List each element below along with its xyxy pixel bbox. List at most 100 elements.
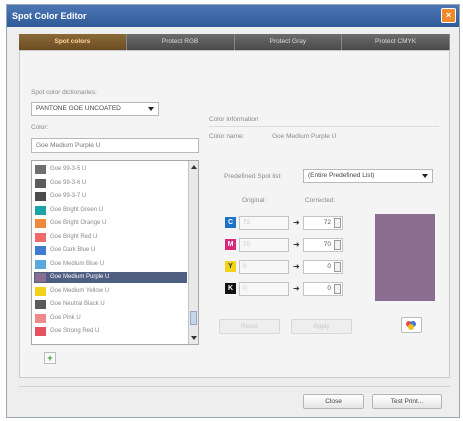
- color-list-item[interactable]: Goe 99-3-6 U: [34, 178, 187, 189]
- window-title: Spot Color Editor: [12, 11, 87, 21]
- spot-colors-panel: Spot color dictionaries: PANTONE GOE UNC…: [19, 50, 450, 378]
- channel-y-badge: Y: [225, 261, 236, 272]
- color-swatch: [35, 313, 46, 323]
- list-scrollbar[interactable]: [188, 161, 198, 344]
- predefined-spot-list-value: (Entire Predefined List): [308, 172, 375, 179]
- corrected-value: 0: [327, 263, 331, 270]
- channel-c-badge: C: [225, 217, 236, 228]
- color-swatch: [35, 246, 46, 255]
- color-label: Color:: [31, 124, 49, 131]
- corrected-m-field[interactable]: 70: [303, 238, 343, 252]
- spinner-icon[interactable]: [334, 284, 341, 294]
- color-swatch: [35, 327, 46, 336]
- color-swatch: [35, 205, 46, 215]
- color-list-item[interactable]: Goe Strong Red U: [34, 326, 187, 337]
- add-color-icon[interactable]: +: [44, 352, 56, 364]
- color-item-label: Goe Neutral Black U: [50, 301, 105, 307]
- divider: [209, 126, 439, 127]
- arrow-right-icon: ➜: [293, 284, 300, 293]
- close-button[interactable]: Close: [303, 394, 364, 409]
- color-list-item[interactable]: Goe Medium Blue U: [34, 259, 187, 270]
- color-swatch: [35, 259, 46, 269]
- color-item-label: Goe Bright Red U: [50, 233, 98, 240]
- color-item-label: Goe Strong Red U: [50, 328, 100, 334]
- close-icon[interactable]: ×: [441, 8, 456, 23]
- color-swatch: [35, 286, 46, 296]
- color-item-label: Goe Dark Blue U: [50, 247, 96, 253]
- tab-protect-gray[interactable]: Protect Gray: [234, 34, 343, 50]
- tab-protect-rgb[interactable]: Protect RGB: [126, 34, 235, 50]
- color-list-item[interactable]: Goe Medium Purple U: [34, 272, 187, 283]
- dictionary-select[interactable]: PANTONE GOE UNCOATED: [31, 102, 159, 116]
- chevron-down-icon: [148, 107, 154, 111]
- spinner-icon[interactable]: [334, 240, 341, 250]
- color-list-item[interactable]: Goe Bright Red U: [34, 232, 187, 243]
- original-k-field: 0: [239, 282, 289, 296]
- color-picker-icon[interactable]: [401, 317, 422, 333]
- color-item-label: Goe 99-3-6 U: [50, 179, 87, 186]
- color-list-item[interactable]: Goe Dark Blue U: [34, 245, 187, 256]
- corrected-y-field[interactable]: 0: [303, 260, 343, 274]
- scroll-thumb[interactable]: [190, 311, 197, 325]
- chevron-down-icon: [422, 174, 428, 178]
- arrow-right-icon: ➜: [293, 218, 300, 227]
- reset-button[interactable]: Reset: [219, 319, 280, 334]
- color-list-item[interactable]: Goe 99-3-7 U: [34, 191, 187, 202]
- color-swatch: [35, 192, 46, 201]
- color-information-label: Color information: [209, 116, 259, 123]
- color-item-label: Goe Medium Yellow U: [50, 287, 110, 294]
- predefined-spot-list-label: Predefined Spot list:: [224, 173, 283, 180]
- color-item-label: Goe Medium Blue U: [50, 260, 105, 267]
- color-swatch: [35, 178, 46, 188]
- color-preview-swatch: ·: [375, 214, 435, 301]
- test-print-button[interactable]: Test Print...: [372, 394, 442, 409]
- color-item-label: Goe Bright Orange U: [50, 220, 107, 226]
- color-item-label: Goe 99-3-5 U: [50, 166, 87, 172]
- color-search-input[interactable]: Goe Medium Purple U: [31, 138, 199, 153]
- scroll-down-icon[interactable]: [191, 336, 197, 340]
- original-label: Original:: [242, 197, 267, 204]
- color-list-item[interactable]: Goe Bright Green U: [34, 205, 187, 216]
- corrected-value: 70: [323, 241, 331, 248]
- color-swatch: [35, 165, 46, 174]
- channel-k-badge: K: [225, 283, 236, 294]
- original-y-field: 0: [239, 260, 289, 274]
- tab-bar: Spot colors Protect RGB Protect Gray Pro…: [19, 34, 450, 50]
- footer-divider: [19, 386, 450, 387]
- color-swatch: [35, 219, 46, 228]
- corrected-c-field[interactable]: 72: [303, 216, 343, 230]
- title-bar: Spot Color Editor ×: [7, 5, 459, 27]
- color-list-item[interactable]: Goe 99-3-5 U: [34, 164, 187, 175]
- color-list-item[interactable]: Goe Medium Yellow U: [34, 286, 187, 297]
- dictionary-value: PANTONE GOE UNCOATED: [36, 105, 121, 112]
- color-list[interactable]: Goe Strong Red U Goe Pink U Goe Neutral Bl…: [31, 160, 199, 345]
- color-item-label: Goe Medium Purple U: [50, 274, 110, 280]
- arrow-right-icon: ➜: [293, 240, 300, 249]
- color-swatch: [35, 300, 46, 309]
- color-list-item[interactable]: Goe Bright Orange U: [34, 218, 187, 229]
- predefined-spot-list-select[interactable]: (Entire Predefined List): [303, 169, 433, 183]
- corrected-label: Corrected:: [305, 197, 336, 204]
- arrow-right-icon: ➜: [293, 262, 300, 271]
- color-item-label: Goe 99-3-7 U: [50, 193, 87, 199]
- color-list-item[interactable]: Goe Pink U: [34, 313, 187, 324]
- color-swatch: [35, 232, 46, 242]
- spinner-icon[interactable]: [334, 218, 341, 228]
- scroll-up-icon[interactable]: [191, 165, 197, 169]
- channel-m-badge: M: [225, 239, 236, 250]
- apply-button[interactable]: Apply: [291, 319, 352, 334]
- spinner-icon[interactable]: [334, 262, 341, 272]
- color-list-item[interactable]: Goe Neutral Black U: [34, 299, 187, 310]
- original-c-field: 72: [239, 216, 289, 230]
- corrected-value: 72: [323, 219, 331, 226]
- corrected-value: 0: [327, 285, 331, 292]
- color-item-label: Goe Pink U: [50, 314, 81, 321]
- color-name-label: Color name:: [209, 133, 245, 140]
- dictionaries-label: Spot color dictionaries:: [31, 89, 97, 96]
- color-item-label: Goe Bright Green U: [50, 206, 104, 213]
- corrected-k-field[interactable]: 0: [303, 282, 343, 296]
- color-swatch: [35, 273, 46, 282]
- tab-spot-colors[interactable]: Spot colors: [19, 34, 127, 50]
- tab-protect-cmyk[interactable]: Protect CMYK: [342, 34, 450, 50]
- original-m-field: 70: [239, 238, 289, 252]
